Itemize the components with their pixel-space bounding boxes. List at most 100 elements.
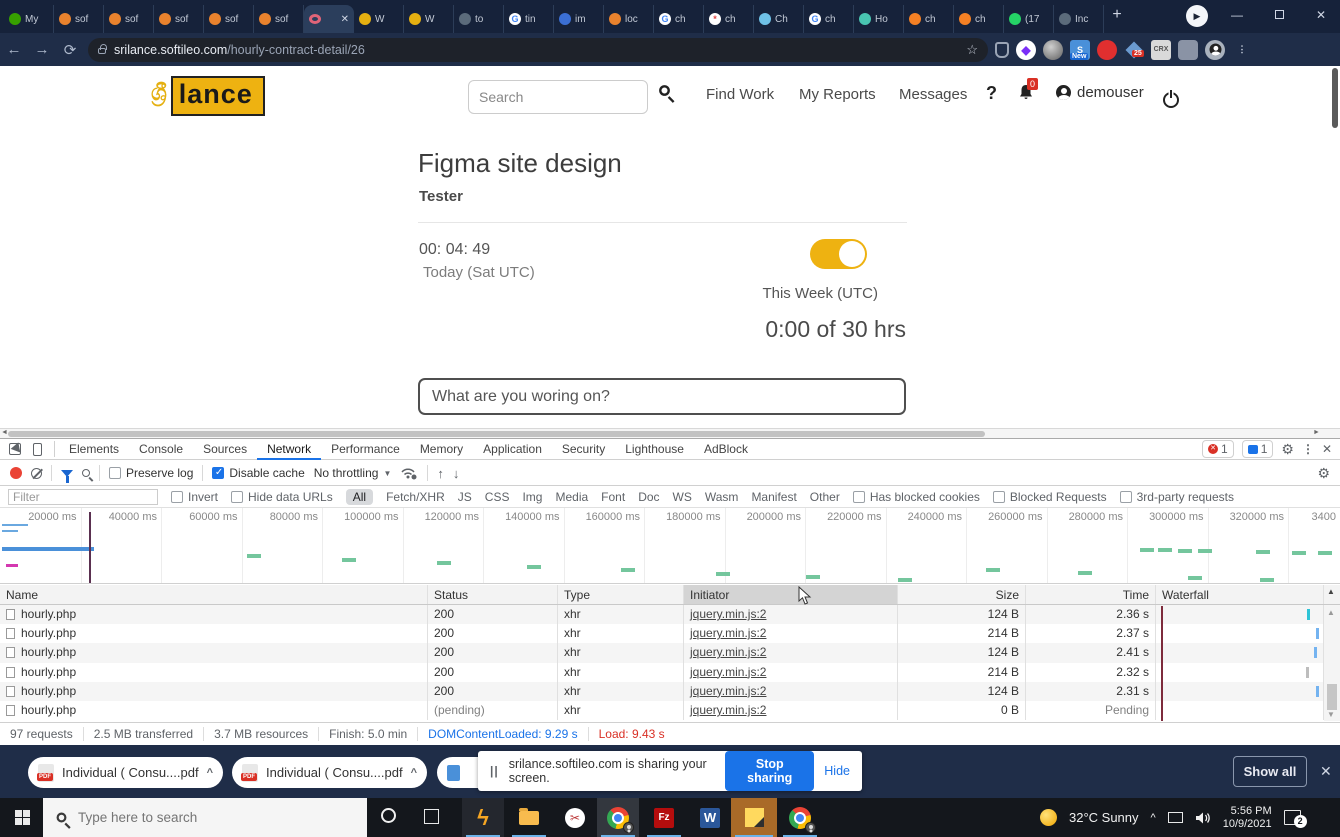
- scrollbar-thumb[interactable]: [1327, 684, 1337, 710]
- taskbar-app-snip[interactable]: ✂: [554, 798, 596, 837]
- network-settings-icon[interactable]: ⚙: [1317, 465, 1330, 482]
- user-menu[interactable]: demouser: [1056, 84, 1144, 101]
- tray-expand-icon[interactable]: ^: [1151, 812, 1156, 824]
- filter-type-img[interactable]: Img: [522, 490, 542, 504]
- browser-tab-11[interactable]: im: [554, 5, 604, 33]
- chevron-up-icon[interactable]: ^: [411, 767, 417, 779]
- filter-type-manifest[interactable]: Manifest: [751, 490, 796, 504]
- chevron-up-icon[interactable]: ^: [207, 767, 213, 779]
- network-conditions-icon[interactable]: [400, 466, 418, 480]
- filter-type-css[interactable]: CSS: [485, 490, 510, 504]
- devtools-close-icon[interactable]: ✕: [1322, 442, 1332, 456]
- network-row-0[interactable]: hourly.php200xhrjquery.min.js:2124 B2.36…: [0, 605, 1340, 624]
- browser-tab-2[interactable]: sof: [104, 5, 154, 33]
- devtools-tab-sources[interactable]: Sources: [193, 439, 257, 460]
- window-restore-button[interactable]: [1264, 0, 1294, 30]
- cortana-icon[interactable]: [381, 808, 396, 823]
- taskbar-app-sublime[interactable]: ϟ: [462, 798, 504, 837]
- initiator-link[interactable]: jquery.min.js:2: [690, 626, 766, 640]
- request-name[interactable]: hourly.php: [0, 605, 428, 624]
- page-scrollbar-thumb[interactable]: [1332, 68, 1338, 128]
- scroll-left-icon[interactable]: ◄: [1, 429, 8, 436]
- error-count-pill[interactable]: ✕1: [1202, 440, 1234, 458]
- site-search-input[interactable]: [468, 80, 648, 114]
- sort-arrow-icon[interactable]: ▲: [1327, 587, 1335, 596]
- back-button[interactable]: ←: [0, 41, 28, 58]
- request-name[interactable]: hourly.php: [0, 643, 428, 662]
- stop-sharing-button[interactable]: Stop sharing: [725, 751, 814, 791]
- s-extension-icon[interactable]: SNew: [1070, 40, 1090, 60]
- browser-tab-16[interactable]: Gch: [804, 5, 854, 33]
- browser-tab-5[interactable]: sof: [254, 5, 304, 33]
- browser-tab-14[interactable]: *ch: [704, 5, 754, 33]
- taskbar-search-input[interactable]: [78, 810, 298, 825]
- device-toolbar-icon[interactable]: [33, 443, 42, 456]
- hide-link[interactable]: Hide: [824, 764, 850, 778]
- network-display-icon[interactable]: [1168, 812, 1183, 823]
- browser-tab-8[interactable]: W: [404, 5, 454, 33]
- taskbar-app-filezilla[interactable]: Fz: [643, 798, 685, 837]
- hide-data-urls-checkbox[interactable]: Hide data URLs: [231, 490, 333, 504]
- filter-type-font[interactable]: Font: [601, 490, 625, 504]
- checkbox[interactable]: [993, 491, 1005, 503]
- filter-type-all[interactable]: All: [346, 489, 373, 505]
- blocked-requests-checkbox[interactable]: Blocked Requests: [993, 490, 1107, 504]
- devtools-settings-icon[interactable]: ⚙: [1281, 441, 1294, 458]
- devtools-tab-elements[interactable]: Elements: [59, 439, 129, 460]
- taskbar-clock[interactable]: 5:56 PM10/9/2021: [1223, 805, 1272, 831]
- request-name[interactable]: hourly.php: [0, 663, 428, 682]
- browser-tab-0[interactable]: My: [4, 5, 54, 33]
- downloads-close-icon[interactable]: ✕: [1320, 763, 1332, 780]
- extensions-puzzle-icon[interactable]: [1178, 40, 1198, 60]
- browser-menu-icon[interactable]: ⋮: [1232, 40, 1252, 60]
- download-item-2[interactable]: Individual ( Consu....pdf ^: [232, 757, 427, 788]
- network-filter-input[interactable]: [8, 489, 158, 505]
- timer-toggle[interactable]: [810, 239, 867, 269]
- scroll-down-icon[interactable]: ▼: [1327, 710, 1335, 719]
- purple-extension-icon[interactable]: ◆: [1016, 40, 1036, 60]
- has-blocked-cookies-checkbox[interactable]: Has blocked cookies: [853, 490, 980, 504]
- checkbox[interactable]: [109, 467, 121, 479]
- hscroll-thumb[interactable]: [8, 431, 985, 437]
- request-name[interactable]: hourly.php: [0, 624, 428, 643]
- site-nav-find-work[interactable]: Find Work: [706, 86, 774, 103]
- devtools-tab-memory[interactable]: Memory: [410, 439, 473, 460]
- col-header-status[interactable]: Status: [428, 585, 558, 604]
- network-row-4[interactable]: hourly.php200xhrjquery.min.js:2124 B2.31…: [0, 682, 1340, 701]
- col-header-waterfall[interactable]: Waterfall: [1156, 585, 1324, 604]
- shield-extension-icon[interactable]: [995, 42, 1009, 58]
- clear-icon[interactable]: [31, 468, 42, 479]
- filter-type-other[interactable]: Other: [810, 490, 840, 504]
- throttling-dropdown[interactable]: No throttling▼: [314, 466, 392, 480]
- network-row-2[interactable]: hourly.php200xhrjquery.min.js:2124 B2.41…: [0, 643, 1340, 662]
- browser-tab-10[interactable]: Gtin: [504, 5, 554, 33]
- site-nav-my-reports[interactable]: My Reports: [799, 86, 876, 103]
- col-header-name[interactable]: Name: [0, 585, 428, 604]
- help-icon[interactable]: ?: [986, 83, 997, 104]
- devtools-tab-security[interactable]: Security: [552, 439, 615, 460]
- filter-type-fetch-xhr[interactable]: Fetch/XHR: [386, 490, 445, 504]
- browser-tab-19[interactable]: ch: [954, 5, 1004, 33]
- browser-tab-1[interactable]: sof: [54, 5, 104, 33]
- devtools-tab-network[interactable]: Network: [257, 439, 321, 460]
- browser-tab-17[interactable]: Ho: [854, 5, 904, 33]
- devtools-tab-lighthouse[interactable]: Lighthouse: [615, 439, 694, 460]
- weather-text[interactable]: 32°C Sunny: [1069, 810, 1139, 825]
- import-har-icon[interactable]: ↑: [437, 466, 444, 481]
- initiator-link[interactable]: jquery.min.js:2: [690, 684, 766, 698]
- horizontal-scrollbar[interactable]: ◄ ►: [0, 428, 1340, 438]
- address-bar[interactable]: srilance.softileo.com/hourly-contract-de…: [88, 38, 988, 62]
- network-row-5[interactable]: hourly.php(pending)xhrjquery.min.js:20 B…: [0, 701, 1340, 720]
- browser-tab-20[interactable]: (17: [1004, 5, 1054, 33]
- action-center-icon[interactable]: 2: [1284, 810, 1301, 825]
- devtools-tab-adblock[interactable]: AdBlock: [694, 439, 758, 460]
- search-icon[interactable]: [82, 469, 90, 477]
- memo-input[interactable]: [418, 378, 906, 415]
- filter-type-ws[interactable]: WS: [673, 490, 692, 504]
- devtools-tab-performance[interactable]: Performance: [321, 439, 410, 460]
- browser-tab-7[interactable]: W: [354, 5, 404, 33]
- network-overview-timeline[interactable]: 20000 ms40000 ms60000 ms80000 ms100000 m…: [0, 508, 1340, 584]
- message-count-pill[interactable]: 1: [1242, 440, 1274, 458]
- site-nav-messages[interactable]: Messages: [899, 86, 967, 103]
- filter-funnel-icon[interactable]: [61, 470, 73, 477]
